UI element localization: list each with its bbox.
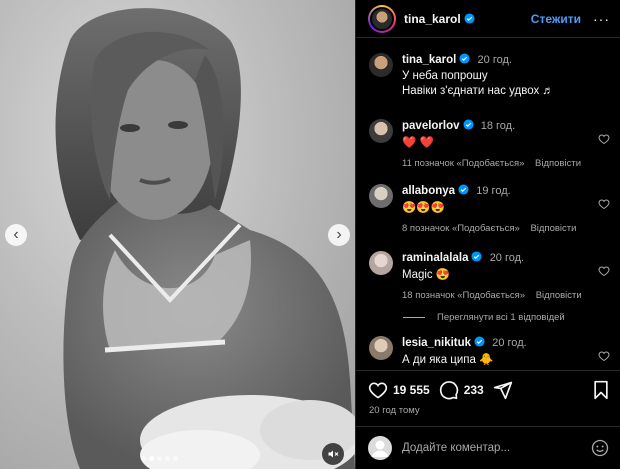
- comment-item: lesia_nikituk 20 год. А ди яка ципа 🐥: [369, 336, 614, 368]
- likes-count[interactable]: 19 555: [393, 383, 430, 397]
- mute-button[interactable]: [322, 443, 344, 465]
- view-replies-button[interactable]: Переглянути всі 1 відповідей: [403, 312, 565, 323]
- like-comment-heart-icon[interactable]: [598, 350, 610, 362]
- comment-text: Magic 😍: [402, 269, 451, 281]
- verified-badge-icon: [471, 251, 483, 262]
- comment-text: 😍😍😍: [402, 202, 445, 214]
- comment-username[interactable]: lesia_nikituk: [402, 337, 471, 349]
- comment-text: ❤️ ❤️: [402, 137, 434, 149]
- add-comment-input[interactable]: [402, 442, 591, 454]
- like-comment-heart-icon[interactable]: [598, 198, 610, 210]
- carousel-dots: [141, 456, 178, 461]
- comment-text: А ди яка ципа 🐥: [402, 354, 494, 366]
- author-avatar[interactable]: [368, 4, 396, 33]
- next-slide-button[interactable]: ›: [328, 224, 350, 246]
- caption-time[interactable]: 20 год.: [478, 54, 512, 66]
- comment-time[interactable]: 20 год.: [490, 252, 524, 264]
- comment-username[interactable]: raminalalala: [402, 252, 468, 264]
- comment-username[interactable]: pavelorlov: [402, 120, 460, 132]
- carousel-dot: [157, 456, 162, 461]
- comment-item: raminalalala 20 год. Magic 😍 18 позначок…: [369, 251, 614, 301]
- comments-list[interactable]: tina_karol 20 год. У неба попрошу Навіки…: [356, 39, 620, 369]
- verified-badge-icon: [462, 119, 474, 130]
- reply-button[interactable]: Відповісти: [530, 223, 576, 234]
- carousel-dot-active: [149, 456, 154, 461]
- add-comment-bar: [356, 426, 620, 469]
- comment-avatar[interactable]: [369, 251, 393, 275]
- caption-line-2: Навіки з'єднати нас удвох ♬: [402, 85, 554, 97]
- previous-slide-button[interactable]: ‹: [5, 224, 27, 246]
- post-photo: [55, 8, 355, 469]
- follow-button[interactable]: Стежити: [531, 12, 581, 26]
- carousel-dot: [141, 456, 146, 461]
- carousel-dot: [165, 456, 170, 461]
- comment-time[interactable]: 19 год.: [476, 185, 510, 197]
- comments-count[interactable]: 233: [464, 383, 484, 397]
- muted-speaker-icon: [328, 450, 339, 458]
- comment-likes-count[interactable]: 18 позначок «Подобається»: [402, 290, 525, 301]
- comment-likes-count[interactable]: 8 позначок «Подобається»: [402, 223, 520, 234]
- post-date[interactable]: 20 год тому: [369, 405, 420, 416]
- caption-avatar[interactable]: [369, 53, 393, 77]
- comment-avatar[interactable]: [369, 184, 393, 208]
- comment-bubble-icon[interactable]: [439, 380, 459, 400]
- caption-line-1: У неба попрошу: [402, 70, 488, 82]
- author-username-text[interactable]: tina_karol: [404, 12, 461, 26]
- save-bookmark-icon[interactable]: [591, 380, 611, 400]
- like-heart-icon[interactable]: [368, 380, 388, 400]
- post-media[interactable]: ‹ ›: [0, 0, 355, 469]
- comment-item: pavelorlov 18 год. ❤️ ❤️ 11 позначок «По…: [369, 119, 614, 169]
- emoji-picker-icon[interactable]: [591, 439, 609, 457]
- post-side-panel: tina_karol Стежити ··· tina_karol 20 год…: [355, 0, 620, 469]
- caption-username[interactable]: tina_karol: [402, 54, 456, 66]
- verified-badge-icon: [474, 336, 485, 347]
- comment-item: allabonya 19 год. 😍😍😍 8 позначок «Подоба…: [369, 184, 614, 234]
- comment-time[interactable]: 20 год.: [492, 337, 526, 349]
- caption: tina_karol 20 год. У неба попрошу Навіки…: [369, 53, 614, 99]
- like-comment-heart-icon[interactable]: [598, 265, 610, 277]
- like-comment-heart-icon[interactable]: [598, 133, 610, 145]
- comment-avatar[interactable]: [369, 119, 393, 143]
- reply-button[interactable]: Відповісти: [536, 290, 582, 301]
- view-replies-label[interactable]: Переглянути всі 1 відповідей: [437, 312, 565, 323]
- comment-username[interactable]: allabonya: [402, 185, 455, 197]
- author-username[interactable]: tina_karol: [404, 12, 475, 26]
- replies-divider-line: [403, 317, 425, 318]
- carousel-dot: [173, 456, 178, 461]
- post-actions: 19 555 233 20 год тому: [356, 370, 620, 425]
- comment-time[interactable]: 18 год.: [481, 120, 515, 132]
- current-user-avatar[interactable]: [368, 436, 392, 460]
- reply-button[interactable]: Відповісти: [535, 158, 581, 169]
- verified-badge-icon: [464, 12, 475, 24]
- post-header: tina_karol Стежити ···: [356, 0, 620, 38]
- default-user-icon: [371, 440, 389, 457]
- caption-text: У неба попрошу Навіки з'єднати нас удвох…: [402, 69, 614, 99]
- more-options-button[interactable]: ···: [593, 11, 610, 27]
- share-paper-plane-icon[interactable]: [493, 380, 513, 400]
- comment-avatar[interactable]: [369, 336, 393, 360]
- verified-badge-icon: [459, 53, 470, 64]
- comment-likes-count[interactable]: 11 позначок «Подобається»: [402, 158, 524, 169]
- verified-badge-icon: [458, 184, 469, 195]
